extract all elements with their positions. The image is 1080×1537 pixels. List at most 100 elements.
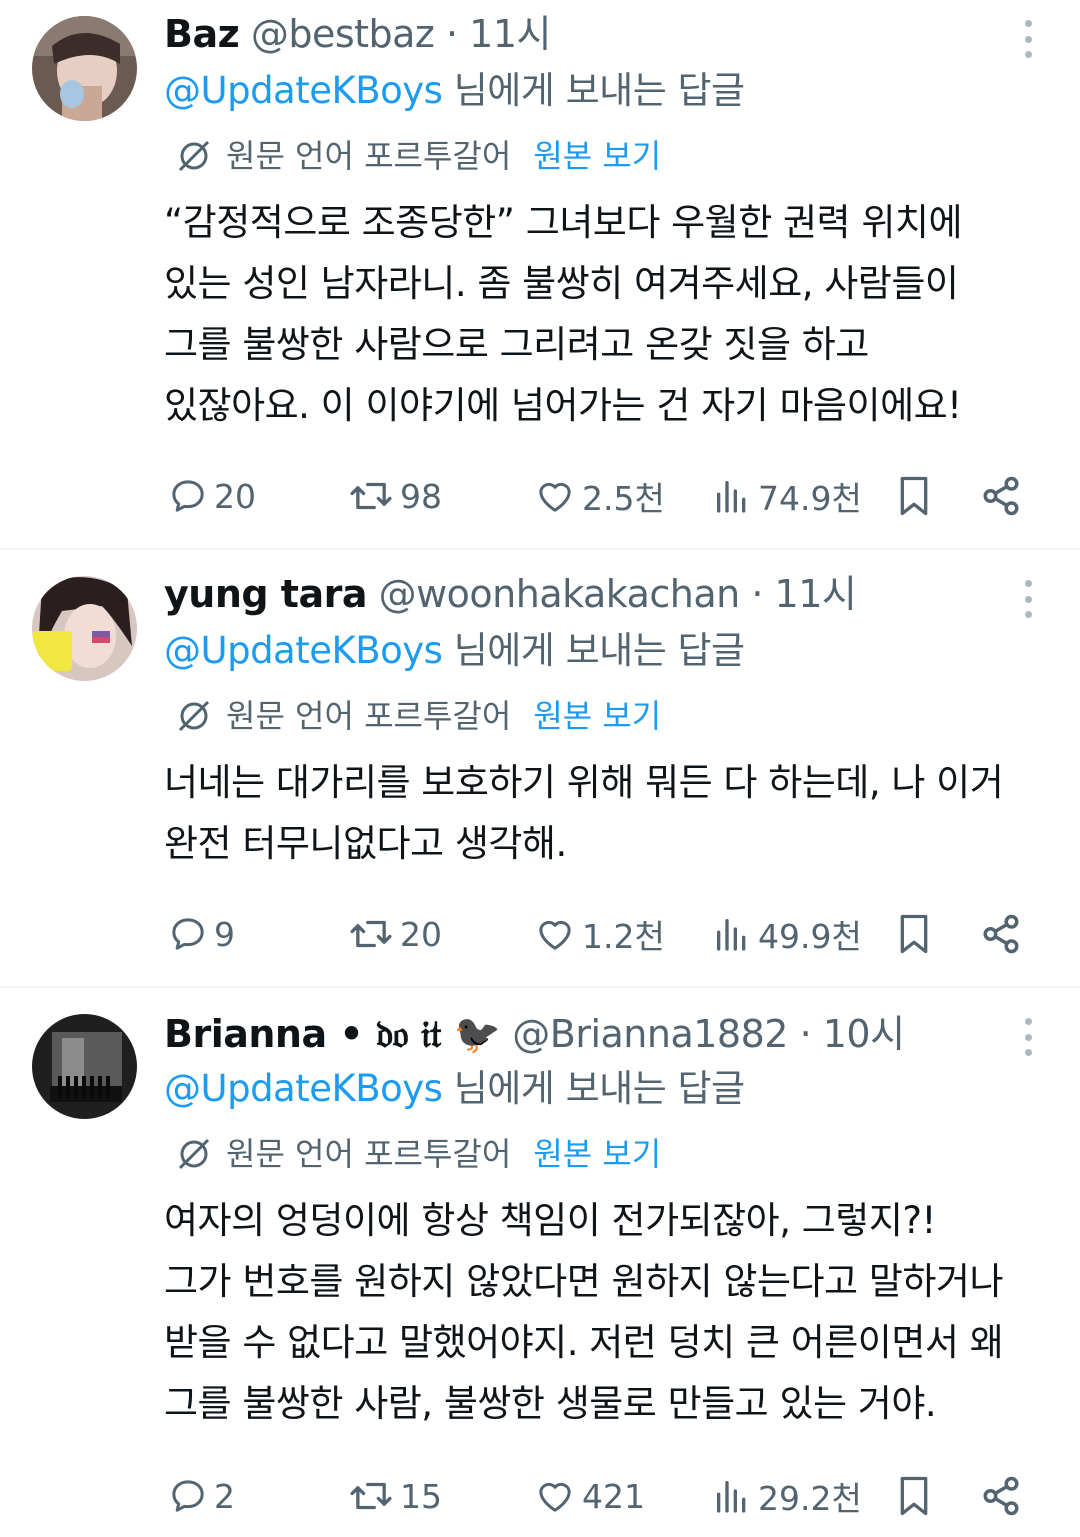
heart-icon <box>539 920 571 950</box>
retweet-count: 98 <box>400 476 442 516</box>
translation-bar: 원문 언어 포르투갈어 원본 보기 <box>176 134 661 178</box>
reply-count: 9 <box>214 914 235 954</box>
views-count: 74.9천 <box>758 479 862 518</box>
more-options-icon[interactable] <box>1008 1012 1048 1062</box>
tweet-2[interactable]: yung tara @woonhakakachan · 11시 @UpdateK… <box>0 550 1080 986</box>
translation-note: 원문 언어 포르투갈어 <box>226 137 512 175</box>
tweet-header: Brianna • 𝔡𝔬 𝔦𝔱 🐦‍⬛ @Brianna1882 · 10시 <box>164 1008 905 1060</box>
more-options-icon[interactable] <box>1008 574 1048 624</box>
tweet-3[interactable]: Brianna • 𝔡𝔬 𝔦𝔱 🐦‍⬛ @Brianna1882 · 10시 @… <box>0 988 1080 1537</box>
bookmark-icon <box>900 476 928 516</box>
tweet-text-line: 받을 수 없다고 말했어야지. 저런 덩치 큰 어른이면서 왜 <box>164 1321 1004 1364</box>
like-button[interactable]: 1.2천 <box>534 904 665 964</box>
bar-chart-icon <box>717 919 746 951</box>
show-original-link[interactable]: 원본 보기 <box>533 134 661 178</box>
bar-chart-icon <box>717 481 746 513</box>
heart-icon <box>539 482 571 512</box>
reply-to-handle-link[interactable]: @UpdateKBoys <box>164 1067 443 1110</box>
bookmark-icon <box>900 1476 928 1516</box>
action-bar: 20 98 2.5천 74.9천 <box>164 466 1044 526</box>
tweet-header: Baz @bestbaz · 11시 <box>164 8 551 60</box>
display-name[interactable]: yung tara <box>164 572 368 616</box>
views-button[interactable]: 74.9천 <box>712 466 862 526</box>
share-button[interactable] <box>980 1466 1022 1526</box>
views-count: 29.2천 <box>758 1479 862 1518</box>
speech-bubble-icon <box>172 1480 204 1512</box>
action-bar: 9 20 1.2천 49.9천 <box>164 904 1044 964</box>
bookmark-icon <box>900 914 928 954</box>
display-name[interactable]: Baz <box>164 12 240 56</box>
tweet-text: 여자의 엉덩이에 항상 책임이 전가되잖아, 그렇지?! 그가 번호를 원하지 … <box>164 1190 1054 1434</box>
replying-to: @UpdateKBoys 님에게 보내는 답글 <box>164 626 745 676</box>
avatar[interactable] <box>32 576 137 681</box>
user-handle[interactable]: @bestbaz <box>251 12 435 56</box>
tweet-1[interactable]: Baz @bestbaz · 11시 @UpdateKBoys 님에게 보내는 … <box>0 0 1080 548</box>
heart-icon <box>539 1482 571 1512</box>
like-count: 421 <box>582 1476 645 1516</box>
reply-to-handle-link[interactable]: @UpdateKBoys <box>164 69 443 112</box>
separator-dot: · <box>751 572 763 616</box>
translate-off-icon <box>178 1138 210 1170</box>
show-original-link[interactable]: 원본 보기 <box>533 1132 661 1176</box>
tweet-text-line: 그를 불쌍한 사람으로 그리려고 온갖 짓을 하고 <box>164 323 869 366</box>
retweet-icon <box>350 482 392 510</box>
action-bar: 2 15 421 29.2천 <box>164 1466 1044 1526</box>
views-button[interactable]: 49.9천 <box>712 904 862 964</box>
share-button[interactable] <box>980 466 1022 526</box>
reply-button[interactable]: 9 <box>168 904 235 964</box>
tweet-text-line: 그를 불쌍한 사람, 불쌍한 생물로 만들고 있는 거야. <box>164 1382 937 1425</box>
tweet-text-line: 완전 터무니없다고 생각해. <box>164 822 567 865</box>
bookmark-button[interactable] <box>894 1466 934 1526</box>
views-count: 49.9천 <box>758 917 862 956</box>
like-button[interactable]: 2.5천 <box>534 466 665 526</box>
retweet-button[interactable]: 15 <box>348 1466 442 1526</box>
views-button[interactable]: 29.2천 <box>712 1466 862 1526</box>
tweet-text-line: “감정적으로 조종당한” 그녀보다 우월한 권력 위치에 <box>164 201 962 244</box>
more-options-icon[interactable] <box>1008 14 1048 64</box>
reply-to-handle-link[interactable]: @UpdateKBoys <box>164 629 443 672</box>
like-button[interactable]: 421 <box>534 1466 645 1526</box>
reply-count: 20 <box>214 476 256 516</box>
retweet-button[interactable]: 98 <box>348 466 442 526</box>
reply-button[interactable]: 2 <box>168 1466 235 1526</box>
timestamp[interactable]: 11시 <box>469 12 551 56</box>
retweet-button[interactable]: 20 <box>348 904 442 964</box>
tweet-text: “감정적으로 조종당한” 그녀보다 우월한 권력 위치에 있는 성인 남자라니.… <box>164 192 1054 436</box>
reply-to-suffix: 님에게 보내는 답글 <box>442 69 745 112</box>
avatar[interactable] <box>32 16 137 121</box>
user-handle[interactable]: @woonhakakachan <box>379 572 741 616</box>
tweet-text-line: 그가 번호를 원하지 않았다면 원하지 않는다고 말하거나 <box>164 1260 1004 1303</box>
share-icon <box>983 476 1019 516</box>
timestamp[interactable]: 11시 <box>775 572 857 616</box>
tweet-text-line: 있는 성인 남자라니. 좀 불쌍히 여겨주세요, 사람들이 <box>164 262 959 305</box>
replying-to: @UpdateKBoys 님에게 보내는 답글 <box>164 1064 745 1114</box>
speech-bubble-icon <box>172 918 204 950</box>
translation-bar: 원문 언어 포르투갈어 원본 보기 <box>176 694 661 738</box>
reply-to-suffix: 님에게 보내는 답글 <box>442 629 745 672</box>
reply-to-suffix: 님에게 보내는 답글 <box>442 1067 745 1110</box>
retweet-count: 15 <box>400 1476 442 1516</box>
translate-off-icon <box>178 700 210 732</box>
tweet-header: yung tara @woonhakakachan · 11시 <box>164 568 857 620</box>
replying-to: @UpdateKBoys 님에게 보내는 답글 <box>164 66 745 116</box>
show-original-link[interactable]: 원본 보기 <box>533 694 661 738</box>
display-name[interactable]: Brianna • 𝔡𝔬 𝔦𝔱 🐦‍⬛ <box>164 1012 501 1056</box>
tweet-text-line: 있잖아요. 이 이야기에 넘어가는 건 자기 마음이에요! <box>164 384 962 427</box>
share-button[interactable] <box>980 904 1022 964</box>
separator-dot: · <box>799 1012 812 1056</box>
separator-dot: · <box>445 12 458 56</box>
translation-bar: 원문 언어 포르투갈어 원본 보기 <box>176 1132 661 1176</box>
user-handle[interactable]: @Brianna1882 <box>512 1012 788 1056</box>
timestamp[interactable]: 10시 <box>823 1012 905 1056</box>
speech-bubble-icon <box>172 480 204 512</box>
reply-button[interactable]: 20 <box>168 466 256 526</box>
bookmark-button[interactable] <box>894 466 934 526</box>
bar-chart-icon <box>717 1481 746 1513</box>
bookmark-button[interactable] <box>894 904 934 964</box>
avatar[interactable] <box>32 1014 137 1119</box>
tweet-text-line: 여자의 엉덩이에 항상 책임이 전가되잖아, 그렇지?! <box>164 1199 936 1242</box>
translation-note: 원문 언어 포르투갈어 <box>226 1135 512 1173</box>
reply-count: 2 <box>214 1476 235 1516</box>
tweet-text: 너네는 대가리를 보호하기 위해 뭐든 다 하는데, 나 이거 완전 터무니없다… <box>164 752 1054 874</box>
share-icon <box>983 1476 1019 1516</box>
